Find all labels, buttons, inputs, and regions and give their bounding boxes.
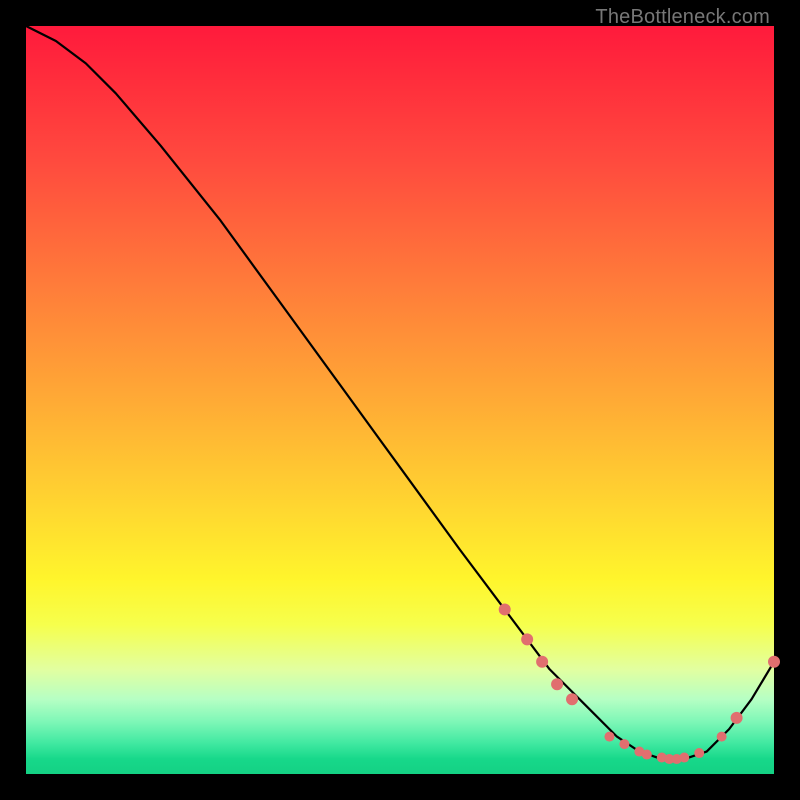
data-point bbox=[604, 732, 614, 742]
data-point bbox=[566, 693, 578, 705]
data-point bbox=[642, 750, 652, 760]
data-point bbox=[694, 748, 704, 758]
chart-svg bbox=[26, 26, 774, 774]
data-point bbox=[551, 678, 563, 690]
data-point bbox=[536, 656, 548, 668]
curve-path bbox=[26, 26, 774, 759]
data-point bbox=[521, 633, 533, 645]
data-point bbox=[731, 712, 743, 724]
data-point bbox=[768, 656, 780, 668]
curve-markers bbox=[499, 603, 780, 764]
data-point bbox=[717, 732, 727, 742]
plot-area bbox=[26, 26, 774, 774]
data-point bbox=[679, 753, 689, 763]
data-point bbox=[499, 603, 511, 615]
chart-stage: TheBottleneck.com bbox=[0, 0, 800, 800]
data-point bbox=[619, 739, 629, 749]
